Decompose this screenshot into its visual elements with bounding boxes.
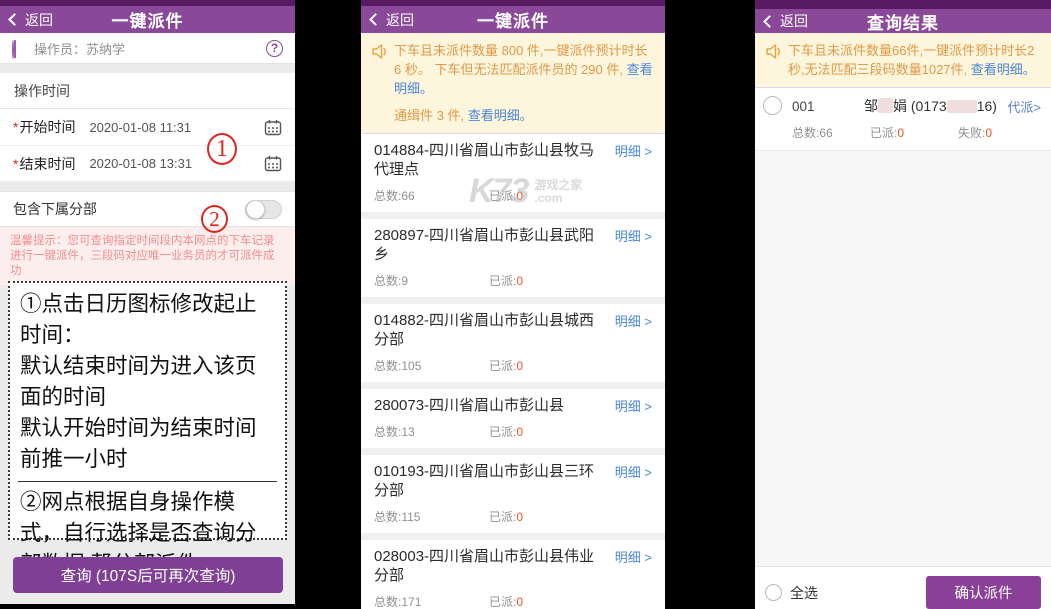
notice-banner: 下车且未派件数量 800 件,一键派件预计时长 6 秒。 下车但无法匹配派件员的… [361, 33, 665, 134]
annotation-1-line3: 默认开始时间为结束时间前推一小时 [20, 413, 275, 475]
section-title: 操作时间 [0, 73, 295, 109]
header: 返回 查询结果 [755, 0, 1051, 33]
select-all-radio[interactable] [765, 584, 782, 601]
detail-link[interactable]: 明细 > [615, 396, 652, 415]
courier-row: 001 邹娟 (017316) 代派> 总数:66 已派:0 失败:0 [755, 88, 1051, 151]
end-time-label: 结束时间 [19, 154, 75, 174]
chevron-left-icon [8, 13, 21, 26]
view-detail-link[interactable]: 查看明细。 [971, 62, 1036, 77]
notice-banner: 下车且未派件数量66件,一键派件预计时长2秒,无法匹配三段码数量1027件, 查… [755, 33, 1051, 88]
detail-link[interactable]: 明细 > [615, 547, 652, 585]
operator-label: 操作员：苏纳学 [34, 39, 125, 58]
person-icon [12, 41, 26, 56]
start-time-value[interactable]: 2020-01-08 11:31 [89, 120, 191, 135]
screenshot-stage: 返回 一键派件 操作员：苏纳学 ? 操作时间 * 开始时间 2020-01-08… [0, 0, 1051, 609]
detail-link[interactable]: 明细 > [615, 311, 652, 349]
notice-text: 下车且未派件数量 800 件,一键派件预计时长 6 秒。 下车但无法匹配派件员的… [394, 43, 648, 77]
header: 返回 一键派件 [361, 0, 665, 33]
empty-area [755, 151, 1051, 567]
station-row: 028003-四川省眉山市彭山县伟业分部 明细 > 总数:171已派:0 [361, 540, 665, 609]
station-title: 014884-四川省眉山市彭山县牧马代理点 [374, 141, 609, 179]
annotation-divider [18, 481, 277, 482]
notice-text-2: 通缉件 3 件, [394, 108, 468, 123]
back-label: 返回 [780, 11, 808, 31]
station-row: 280897-四川省眉山市彭山县武阳乡 明细 > 总数:9已派:0 [361, 219, 665, 297]
annotation-badge-2: 2 [201, 205, 228, 233]
calendar-icon[interactable] [264, 119, 282, 136]
panel-query-result: 返回 查询结果 下车且未派件数量66件,一键派件预计时长2秒,无法匹配三段码数量… [755, 0, 1051, 609]
back-label: 返回 [25, 10, 53, 30]
station-title: 014882-四川省眉山市彭山县城西分部 [374, 311, 609, 349]
speaker-icon [765, 43, 783, 60]
page-title: 一键派件 [112, 7, 184, 32]
start-time-field[interactable]: * 开始时间 2020-01-08 11:31 [0, 109, 295, 145]
calendar-icon[interactable] [264, 155, 282, 172]
page-title: 查询结果 [867, 9, 939, 34]
include-branch-label: 包含下属分部 [13, 199, 97, 219]
hint-text: 温馨提示：您可查询指定时间段内本网点的下车记录 进行一键派件，三段码对应唯一业务… [0, 227, 295, 285]
station-title: 280073-四川省眉山市彭山县 [374, 396, 609, 415]
time-fields: * 开始时间 2020-01-08 11:31 * 结束时间 2020-01-0… [0, 109, 295, 181]
annotation-badge-1: 1 [207, 133, 237, 165]
panel-dispatch-form: 返回 一键派件 操作员：苏纳学 ? 操作时间 * 开始时间 2020-01-08… [0, 0, 295, 604]
chevron-left-icon [763, 15, 776, 28]
station-title: 280897-四川省眉山市彭山县武阳乡 [374, 226, 609, 264]
footer-bar: 全选 确认派件 [755, 567, 1051, 609]
back-label: 返回 [386, 10, 414, 30]
confirm-dispatch-button[interactable]: 确认派件 [926, 576, 1041, 609]
end-time-value[interactable]: 2020-01-08 13:31 [89, 156, 192, 171]
header: 返回 一键派件 [0, 0, 295, 33]
annotation-1-line1: ①点击日历图标修改起止时间： [20, 289, 275, 351]
view-detail-link-2[interactable]: 查看明细。 [468, 108, 533, 123]
row-radio[interactable] [763, 96, 782, 115]
back-button[interactable]: 返回 [371, 6, 414, 33]
help-icon[interactable]: ? [266, 40, 283, 57]
station-title: 010193-四川省眉山市彭山县三环分部 [374, 462, 609, 500]
select-all-label: 全选 [790, 583, 818, 603]
required-star: * [13, 119, 18, 135]
query-button[interactable]: 查询 (107S后可再次查询) [13, 557, 283, 593]
required-star: * [13, 156, 18, 172]
annotation-1-line2: 默认结束时间为进入该页面的时间 [20, 351, 275, 413]
back-button[interactable]: 返回 [10, 6, 53, 33]
detail-link[interactable]: 明细 > [615, 226, 652, 264]
station-row: 280073-四川省眉山市彭山县 明细 > 总数:13已派:0 [361, 389, 665, 448]
back-button[interactable]: 返回 [765, 9, 808, 33]
page-title: 一键派件 [477, 7, 549, 32]
censored-block [947, 100, 977, 113]
end-time-field[interactable]: * 结束时间 2020-01-08 13:31 [0, 145, 295, 181]
include-branch-toggle[interactable] [245, 200, 282, 219]
toggle-knob [246, 200, 265, 219]
annotation-box: ①点击日历图标修改起止时间： 默认结束时间为进入该页面的时间 默认开始时间为结束… [8, 281, 287, 540]
courier-name: 邹娟 (017316) [864, 96, 997, 116]
include-branch-row: 包含下属分部 [0, 191, 295, 227]
station-list: 014884-四川省眉山市彭山县牧马代理点 明细 > 总数:66已派:0 280… [361, 134, 665, 609]
station-title: 028003-四川省眉山市彭山县伟业分部 [374, 547, 609, 585]
censored-block [878, 98, 893, 113]
speaker-icon [371, 43, 389, 60]
station-row: 014884-四川省眉山市彭山县牧马代理点 明细 > 总数:66已派:0 [361, 134, 665, 212]
operator-row: 操作员：苏纳学 ? [0, 33, 295, 64]
dispatch-link[interactable]: 代派> [1007, 97, 1041, 116]
panel-station-list: 返回 一键派件 下车且未派件数量 800 件,一键派件预计时长 6 秒。 下车但… [361, 0, 665, 609]
station-row: 010193-四川省眉山市彭山县三环分部 明细 > 总数:115已派:0 [361, 455, 665, 533]
start-time-label: 开始时间 [19, 117, 75, 137]
detail-link[interactable]: 明细 > [615, 141, 652, 179]
detail-link[interactable]: 明细 > [615, 462, 652, 500]
courier-code: 001 [792, 99, 864, 114]
chevron-left-icon [369, 13, 382, 26]
station-row: 014882-四川省眉山市彭山县城西分部 明细 > 总数:105已派:0 [361, 304, 665, 382]
